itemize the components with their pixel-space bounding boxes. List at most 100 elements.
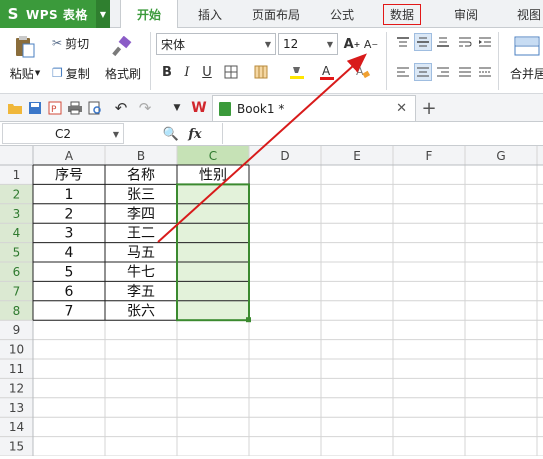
row-header[interactable]: 8 [13,304,21,318]
chevron-down-icon[interactable]: ▼ [96,0,110,28]
cell-style-icon[interactable] [252,63,270,81]
column-header-e[interactable]: E [353,149,361,163]
print-icon[interactable] [66,99,84,117]
table-cell[interactable]: 6 [65,284,74,300]
table-cell[interactable]: 4 [65,245,74,261]
table-cell[interactable]: 7 [65,303,74,319]
indent-icon[interactable] [476,33,494,51]
shrink-font-icon[interactable]: A − [362,35,380,53]
tab-review[interactable]: 审阅 [442,0,490,28]
font-size-select[interactable]: 12 ▼ [278,33,338,55]
save-icon[interactable] [26,99,44,117]
row-header[interactable]: 15 [9,440,24,454]
table-cell[interactable]: 1 [65,187,74,203]
brush-icon[interactable] [108,34,136,60]
row-header[interactable]: 13 [9,401,24,415]
italic-icon[interactable]: I [178,63,196,81]
font-color-icon[interactable]: A [318,63,336,81]
table-cell[interactable]: 李五 [127,284,155,300]
merge-center-button[interactable]: 合并居 [510,64,543,82]
tab-insert[interactable]: 插入 [186,0,234,28]
row-header[interactable]: 9 [13,323,21,337]
bold-icon[interactable]: B [158,63,176,81]
tab-page-layout[interactable]: 页面布局 [244,0,308,28]
wrap-text-icon[interactable] [456,33,474,51]
grid-canvas[interactable]: A B C D E F G123456789101112131415序号 名称 性别1 张三2 李四… [0,146,543,457]
column-header-f[interactable]: F [426,149,433,163]
row-header[interactable]: 7 [13,284,21,298]
undo-icon[interactable]: ↶ [112,99,130,117]
grow-font-icon[interactable]: A + [343,35,361,53]
column-header-g[interactable]: G [496,149,505,163]
copy-icon: ❐ [52,66,63,80]
pdf-icon[interactable]: P [46,99,64,117]
row-header[interactable]: 11 [9,362,24,376]
print-preview-icon[interactable] [86,99,104,117]
align-top-icon[interactable] [394,33,412,51]
header-cell[interactable]: 序号 [55,168,83,184]
font-name-select[interactable]: 宋体 ▼ [156,33,276,55]
tab-data[interactable]: 数据 [378,0,426,28]
align-left-icon[interactable] [394,63,412,81]
row-header[interactable]: 2 [13,187,21,201]
underline-icon[interactable]: U [198,63,216,81]
paste-icon[interactable] [12,34,38,60]
row-header[interactable]: 4 [13,226,21,240]
column-header-d[interactable]: D [280,149,289,163]
row-header[interactable]: 5 [13,246,21,260]
tab-view[interactable]: 视图 [505,0,543,28]
align-middle-icon[interactable] [414,33,432,51]
header-cell[interactable]: 名称 [127,168,155,184]
paste-button[interactable]: 粘贴 ▼ [6,64,44,82]
table-cell[interactable]: 张三 [127,187,155,203]
copy-button[interactable]: ❐ 复制 [52,64,98,82]
row-header[interactable]: 12 [9,381,24,395]
row-header[interactable]: 6 [13,265,21,279]
fx-button[interactable]: fx [186,125,204,143]
align-right-icon[interactable] [434,63,452,81]
clear-format-icon[interactable]: A [354,63,372,81]
row-header[interactable]: 14 [9,420,24,434]
chevron-down-icon[interactable]: ▼ [168,99,186,117]
row-header[interactable]: 10 [9,343,24,357]
align-center-icon[interactable] [414,63,432,81]
row-header[interactable]: 1 [13,168,21,182]
table-cell[interactable]: 李四 [127,206,155,222]
justify-icon[interactable] [456,63,474,81]
column-header-c[interactable]: C [209,149,217,163]
row-header[interactable]: 3 [13,207,21,221]
table-cell[interactable]: 2 [65,206,74,222]
table-cell[interactable]: 3 [65,226,74,242]
name-box[interactable]: C2 ▼ [2,123,124,144]
fill-color-icon[interactable] [288,63,306,81]
document-tab[interactable]: Book1 * ✕ [212,95,416,121]
align-bottom-icon[interactable] [434,33,452,51]
merge-icon[interactable] [510,32,543,60]
spreadsheet-grid[interactable]: A B C D E F G 1 2 3 4 5 6 7 8 9 10 11 12 13 14 15 序号 名称 性别 1 张三 2 李四… [0,146,543,457]
zoom-icon[interactable]: 🔍 [162,125,180,143]
cut-button[interactable]: ✂ 剪切 [52,34,98,52]
selection-range[interactable] [177,184,249,321]
tab-formula[interactable]: 公式 [318,0,366,28]
table-cell[interactable]: 马五 [127,245,155,261]
plus-icon[interactable]: + [420,98,438,119]
app-name: WPS 表格 [26,7,88,22]
app-menu-button[interactable]: S WPS 表格 ▼ [0,0,110,28]
redo-icon[interactable]: ↷ [136,99,154,117]
formula-input[interactable] [222,123,543,144]
fill-handle[interactable] [246,317,251,323]
column-header-b[interactable]: B [137,149,145,163]
table-cell[interactable]: 王二 [127,226,155,242]
table-cell[interactable]: 牛七 [127,265,155,281]
distribute-icon[interactable] [476,63,494,81]
header-cell[interactable]: 性别 [199,168,227,184]
close-icon[interactable]: ✕ [396,101,407,116]
format-painter-button[interactable]: 格式刷 [102,64,144,82]
table-cell[interactable]: 5 [65,265,74,281]
paste-label: 粘贴 [9,66,34,81]
column-header-a[interactable]: A [65,149,74,163]
table-cell[interactable]: 张六 [127,303,155,319]
border-icon[interactable] [222,63,240,81]
open-folder-icon[interactable] [6,99,24,117]
tab-home[interactable]: 开始 [120,0,178,29]
